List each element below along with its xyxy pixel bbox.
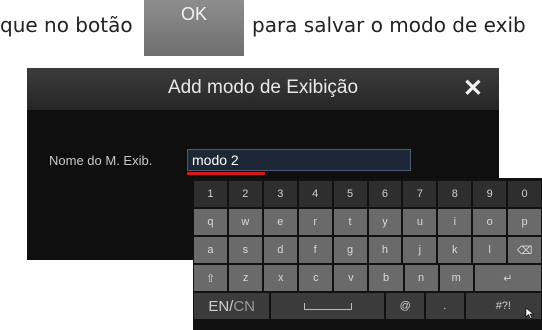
lang-cn-label: CN — [233, 297, 255, 315]
keyboard-row-zxcv: ⇧ z x c v b n m ↵ — [193, 265, 542, 291]
symbols-label: #?! — [495, 300, 511, 312]
dialog-title: Add modo de Exibição — [167, 77, 359, 98]
display-mode-name-input[interactable]: modo 2 — [187, 149, 411, 171]
shift-icon[interactable]: ⇧ — [194, 265, 228, 291]
key-j[interactable]: j — [403, 237, 437, 263]
backspace-icon[interactable]: ⌫ — [508, 237, 542, 263]
key-4[interactable]: 4 — [298, 181, 332, 207]
key-3[interactable]: 3 — [263, 181, 297, 207]
key-0[interactable]: 0 — [508, 181, 542, 207]
key-k[interactable]: k — [438, 237, 472, 263]
key-9[interactable]: 9 — [473, 181, 507, 207]
key-at[interactable]: @ — [386, 293, 424, 319]
symbols-key[interactable]: #?! — [465, 293, 541, 319]
language-toggle-button[interactable]: EN/ CN — [194, 293, 270, 319]
key-8[interactable]: 8 — [438, 181, 472, 207]
key-h[interactable]: h — [368, 237, 402, 263]
input-highlight-underline — [187, 172, 265, 175]
key-z[interactable]: z — [229, 265, 263, 291]
key-f[interactable]: f — [298, 237, 332, 263]
key-7[interactable]: 7 — [403, 181, 437, 207]
keyboard-row-bottom: EN/ CN @ . #?! — [193, 293, 542, 319]
instruction-line: que no botão OK para salvar o modo de ex… — [0, 0, 542, 56]
key-r[interactable]: r — [298, 209, 332, 235]
space-key[interactable] — [271, 293, 385, 319]
key-t[interactable]: t — [333, 209, 367, 235]
key-g[interactable]: g — [333, 237, 367, 263]
on-screen-keyboard: 1 2 3 4 5 6 7 8 9 0 q w e r t y u i o p … — [193, 178, 542, 330]
keyboard-row-qwerty: q w e r t y u i o p — [193, 209, 542, 235]
key-c[interactable]: c — [299, 265, 333, 291]
mouse-cursor-icon — [525, 307, 535, 319]
keyboard-row-numbers: 1 2 3 4 5 6 7 8 9 0 — [193, 181, 542, 207]
key-5[interactable]: 5 — [333, 181, 367, 207]
key-m[interactable]: m — [439, 265, 473, 291]
key-dot[interactable]: . — [426, 293, 464, 319]
key-u[interactable]: u — [403, 209, 437, 235]
key-o[interactable]: o — [473, 209, 507, 235]
key-x[interactable]: x — [264, 265, 298, 291]
ok-button-illustration: OK — [144, 0, 244, 56]
key-q[interactable]: q — [194, 209, 227, 235]
ok-button-label: OK — [180, 4, 207, 24]
key-w[interactable]: w — [228, 209, 262, 235]
enter-icon[interactable]: ↵ — [474, 265, 541, 291]
key-i[interactable]: i — [438, 209, 472, 235]
key-l[interactable]: l — [473, 237, 507, 263]
key-d[interactable]: d — [263, 237, 297, 263]
key-p[interactable]: p — [508, 209, 542, 235]
key-a[interactable]: a — [194, 237, 227, 263]
key-1[interactable]: 1 — [194, 181, 227, 207]
lang-en-label: EN/ — [208, 297, 234, 315]
key-n[interactable]: n — [404, 265, 438, 291]
key-b[interactable]: b — [369, 265, 403, 291]
instruction-text-before: que no botão — [0, 13, 133, 37]
key-s[interactable]: s — [228, 237, 262, 263]
instruction-text-after: para salvar o modo de exib — [252, 13, 526, 37]
key-e[interactable]: e — [263, 209, 297, 235]
key-6[interactable]: 6 — [368, 181, 402, 207]
key-v[interactable]: v — [334, 265, 368, 291]
key-y[interactable]: y — [368, 209, 402, 235]
keyboard-row-asdf: a s d f g h j k l ⌫ — [193, 237, 542, 263]
space-bar-icon — [303, 302, 352, 310]
key-2[interactable]: 2 — [228, 181, 262, 207]
close-icon[interactable]: ✕ — [463, 74, 483, 103]
display-mode-name-label: Nome do M. Exib. — [49, 153, 153, 168]
